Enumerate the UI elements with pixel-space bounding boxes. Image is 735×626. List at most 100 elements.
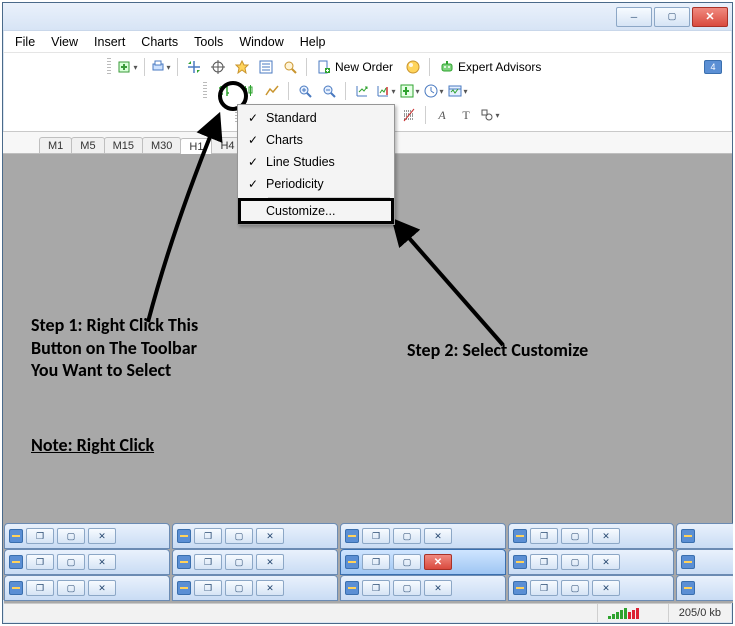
- mdi-child-window[interactable]: [676, 549, 733, 575]
- mdi-restore-button[interactable]: ❐: [362, 554, 390, 570]
- mdi-child-window[interactable]: ❐ ▢ ✕: [4, 549, 170, 575]
- menu-charts[interactable]: Charts: [141, 35, 178, 49]
- mdi-max-button[interactable]: ▢: [57, 528, 85, 544]
- chart-window-icon: [681, 555, 695, 569]
- timeframe-tab-m15[interactable]: M15: [104, 137, 143, 153]
- mdi-restore-button[interactable]: ❐: [26, 528, 54, 544]
- chart-shift-button[interactable]: ▾: [375, 81, 397, 101]
- mdi-child-window[interactable]: [676, 575, 733, 601]
- timeframe-tab-m5[interactable]: M5: [71, 137, 104, 153]
- mdi-max-button[interactable]: ▢: [225, 528, 253, 544]
- ctx-item-line-studies[interactable]: ✓ Line Studies: [240, 151, 392, 173]
- menu-help[interactable]: Help: [300, 35, 326, 49]
- data-window-button[interactable]: [231, 57, 253, 77]
- objects-button[interactable]: ▾: [479, 105, 501, 125]
- mdi-child-window[interactable]: ❐ ▢ ✕: [508, 575, 674, 601]
- mdi-max-button[interactable]: ▢: [561, 580, 589, 596]
- menu-view[interactable]: View: [51, 35, 78, 49]
- mdi-restore-button[interactable]: ❐: [194, 554, 222, 570]
- mdi-close-button[interactable]: ✕: [256, 580, 284, 596]
- templates-button[interactable]: ▾: [447, 81, 469, 101]
- ctx-item-charts[interactable]: ✓ Charts: [240, 129, 392, 151]
- new-chart-button[interactable]: ▾: [117, 57, 139, 77]
- mdi-child-window[interactable]: ❐ ▢ ✕: [172, 575, 338, 601]
- mdi-close-button[interactable]: ✕: [256, 528, 284, 544]
- toolbar-grip[interactable]: [107, 58, 111, 76]
- mdi-child-window[interactable]: ❐ ▢ ✕: [172, 523, 338, 549]
- window-close-button[interactable]: ✕: [692, 7, 728, 27]
- navigator-button[interactable]: [255, 57, 277, 77]
- mdi-restore-button[interactable]: ❐: [362, 580, 390, 596]
- mdi-restore-button[interactable]: ❐: [26, 554, 54, 570]
- terminal-button[interactable]: [279, 57, 301, 77]
- mdi-child-window-active[interactable]: ❐ ▢ ✕: [340, 549, 506, 575]
- mdi-child-window[interactable]: ❐ ▢ ✕: [340, 575, 506, 601]
- mdi-max-button[interactable]: ▢: [393, 554, 421, 570]
- mdi-restore-button[interactable]: ❐: [530, 554, 558, 570]
- mql-badge[interactable]: 4: [704, 60, 722, 74]
- mdi-restore-button[interactable]: ❐: [194, 528, 222, 544]
- mdi-close-button[interactable]: ✕: [88, 580, 116, 596]
- mdi-max-button[interactable]: ▢: [225, 580, 253, 596]
- periods-button[interactable]: ▾: [423, 81, 445, 101]
- zoom-out-button[interactable]: [318, 81, 340, 101]
- line-chart-button[interactable]: [261, 81, 283, 101]
- mdi-close-button[interactable]: ✕: [592, 554, 620, 570]
- menu-window[interactable]: Window: [239, 35, 283, 49]
- text-button[interactable]: A: [431, 105, 453, 125]
- mdi-child-window[interactable]: ❐ ▢ ✕: [4, 575, 170, 601]
- mdi-max-button[interactable]: ▢: [57, 580, 85, 596]
- mdi-child-window[interactable]: ❐ ▢ ✕: [508, 549, 674, 575]
- mdi-max-button[interactable]: ▢: [225, 554, 253, 570]
- mdi-max-button[interactable]: ▢: [393, 580, 421, 596]
- autoscroll-icon: [355, 84, 369, 98]
- timeframe-tab-m1[interactable]: M1: [39, 137, 72, 153]
- auto-scroll-button[interactable]: [351, 81, 373, 101]
- expert-advisors-button[interactable]: Expert Advisors: [435, 57, 548, 77]
- window-maximize-button[interactable]: ▢: [654, 7, 690, 27]
- profiles-button[interactable]: ▾: [150, 57, 172, 77]
- menu-insert[interactable]: Insert: [94, 35, 125, 49]
- mdi-max-button[interactable]: ▢: [393, 528, 421, 544]
- mdi-close-button[interactable]: ✕: [88, 528, 116, 544]
- timeframe-tab-h1[interactable]: H1: [180, 138, 212, 154]
- new-order-button[interactable]: New Order: [312, 57, 400, 77]
- mdi-max-button[interactable]: ▢: [561, 554, 589, 570]
- crosshair-button[interactable]: [207, 57, 229, 77]
- mdi-max-button[interactable]: ▢: [57, 554, 85, 570]
- mdi-close-button[interactable]: ✕: [592, 580, 620, 596]
- indicators-button[interactable]: ▾: [399, 81, 421, 101]
- connection-bars-icon: [608, 607, 648, 619]
- mdi-max-button[interactable]: ▢: [561, 528, 589, 544]
- mdi-close-button[interactable]: ✕: [88, 554, 116, 570]
- mdi-child-window[interactable]: ❐ ▢ ✕: [4, 523, 170, 549]
- mdi-child-window[interactable]: ❐ ▢ ✕: [508, 523, 674, 549]
- mdi-close-button[interactable]: ✕: [424, 580, 452, 596]
- menu-tools[interactable]: Tools: [194, 35, 223, 49]
- mdi-close-button[interactable]: ✕: [592, 528, 620, 544]
- mdi-restore-button[interactable]: ❐: [530, 580, 558, 596]
- ctx-item-periodicity[interactable]: ✓ Periodicity: [240, 173, 392, 195]
- timeframe-tab-m30[interactable]: M30: [142, 137, 181, 153]
- zoom-in-button[interactable]: [294, 81, 316, 101]
- menu-file[interactable]: File: [15, 35, 35, 49]
- mdi-close-button[interactable]: ✕: [424, 554, 452, 570]
- window-minimize-button[interactable]: ─: [616, 7, 652, 27]
- mdi-close-button[interactable]: ✕: [424, 528, 452, 544]
- ctx-item-standard[interactable]: ✓ Standard: [240, 107, 392, 129]
- mdi-restore-button[interactable]: ❐: [194, 580, 222, 596]
- mdi-child-window[interactable]: ❐ ▢ ✕: [340, 523, 506, 549]
- fibonacci-button[interactable]: [398, 105, 420, 125]
- mdi-child-window[interactable]: [676, 523, 733, 549]
- market-watch-button[interactable]: [183, 57, 205, 77]
- mdi-child-window[interactable]: ❐ ▢ ✕: [172, 549, 338, 575]
- period-icon: [424, 84, 438, 98]
- toolbar-grip[interactable]: [203, 82, 207, 100]
- mdi-close-button[interactable]: ✕: [256, 554, 284, 570]
- mdi-restore-button[interactable]: ❐: [362, 528, 390, 544]
- meta-editor-button[interactable]: [402, 57, 424, 77]
- text-label-button[interactable]: T: [455, 105, 477, 125]
- ctx-item-customize[interactable]: Customize...: [240, 200, 392, 222]
- mdi-restore-button[interactable]: ❐: [530, 528, 558, 544]
- mdi-restore-button[interactable]: ❐: [26, 580, 54, 596]
